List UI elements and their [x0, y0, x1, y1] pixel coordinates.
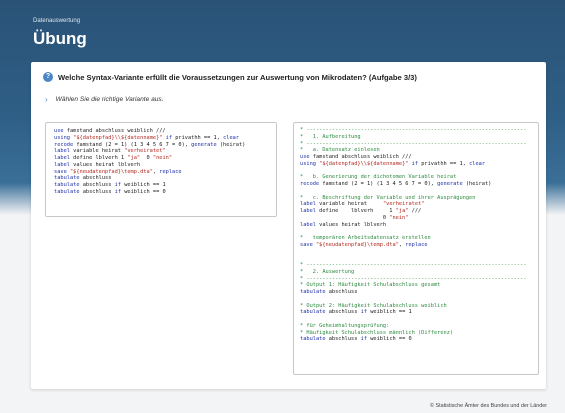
code-line: tabulate abschluss if weiblich == 0	[300, 336, 412, 343]
code-line: * Output 1: Häufigkeit Schulabschluss ge…	[300, 282, 441, 289]
code-line: tabulate abschluss	[300, 289, 358, 295]
code-line: using "${datenpfad}\\${datenname}" if pr…	[300, 160, 486, 167]
code-line: label values heirat lblverh	[54, 161, 141, 168]
page-title: Übung	[33, 29, 87, 48]
code-line: label define lblverh 1 "ja" ///	[300, 208, 422, 214]
answer-option-2[interactable]: * --------------------------------------…	[293, 122, 539, 375]
code-line: * 1. Aufbereitung	[300, 133, 361, 140]
code-line: tabulate abschluss if weiblich == 1	[54, 182, 166, 188]
code-line: use famstand abschluss weiblich ///	[300, 154, 412, 160]
code-line: * Output 2: Häufigkeit Schulabschluss we…	[300, 302, 447, 309]
code-line: * 2. Auswertung	[300, 268, 355, 275]
help-circle-icon: ?	[43, 72, 53, 82]
code-line: tabulate abschluss if weiblich == 1	[300, 309, 412, 316]
code-line: * --------------------------------------…	[300, 140, 527, 147]
code-line: label variable heirat "verheiratet"	[54, 148, 166, 155]
code-line: label values heirat lblverh	[300, 221, 387, 228]
code-block: * --------------------------------------…	[294, 123, 538, 343]
exercise-card: ? Welche Syntax-Variante erfüllt die Vor…	[31, 62, 546, 389]
code-line: use famstand abschluss weiblich ///	[54, 128, 166, 134]
code-line: * a. Datensatz einlesen	[300, 147, 380, 154]
code-line: label define lblverh 1 "ja" 0 "nein"	[54, 155, 173, 161]
code-line: 0 "nein"	[300, 214, 409, 221]
code-line: * --------------------------------------…	[300, 275, 527, 282]
copyright-footer: © Statistische Ämter des Bundes und der …	[430, 403, 547, 409]
code-line: tabulate abschluss	[54, 175, 112, 182]
instruction-text: Wählen Sie die richtige Variante aus.	[55, 96, 164, 103]
code-line: * c. Beschriftung der Variable und ihrer…	[300, 194, 476, 201]
code-line: * b. Generierung der dichotomen Variable…	[300, 174, 457, 181]
code-line: using "${datenpfad}\\${datenname}" if pr…	[54, 134, 240, 141]
question-text: Welche Syntax-Variante erfüllt die Vorau…	[58, 72, 417, 82]
chevron-right-icon: ›	[45, 95, 48, 104]
code-line: recode famstand (2 = 1) (1 3 4 5 6 7 = 0…	[300, 181, 492, 187]
code-line: recode famstand (2 = 1) (1 3 4 5 6 7 = 0…	[54, 141, 246, 148]
code-block: use famstand abschluss weiblich /// usin…	[46, 123, 276, 196]
code-line: * temporären Arbeitsdatensatz erstellen	[300, 235, 431, 241]
code-line: save "${neudatenpfad}\temp.dta", replace	[300, 241, 428, 248]
answer-option-1[interactable]: use famstand abschluss weiblich /// usin…	[45, 122, 277, 217]
question-row: ? Welche Syntax-Variante erfüllt die Vor…	[43, 72, 417, 82]
code-line: tabulate abschluss if weiblich == 0	[54, 188, 166, 195]
code-line: label variable heirat "verheiratet"	[300, 201, 425, 208]
code-line: * Häufigkeit Schulabschluss männlich (Di…	[300, 329, 454, 336]
breadcrumb: Datenauswertung	[33, 18, 81, 24]
instruction-row: › Wählen Sie die richtige Variante aus.	[45, 95, 164, 104]
code-line: save "${neudatenpfad}\temp.dta", replace	[54, 168, 182, 175]
code-line: * --------------------------------------…	[300, 127, 527, 133]
code-line: * --------------------------------------…	[300, 262, 527, 268]
code-line: * für Geheimhaltungsprüfung:	[300, 322, 390, 329]
